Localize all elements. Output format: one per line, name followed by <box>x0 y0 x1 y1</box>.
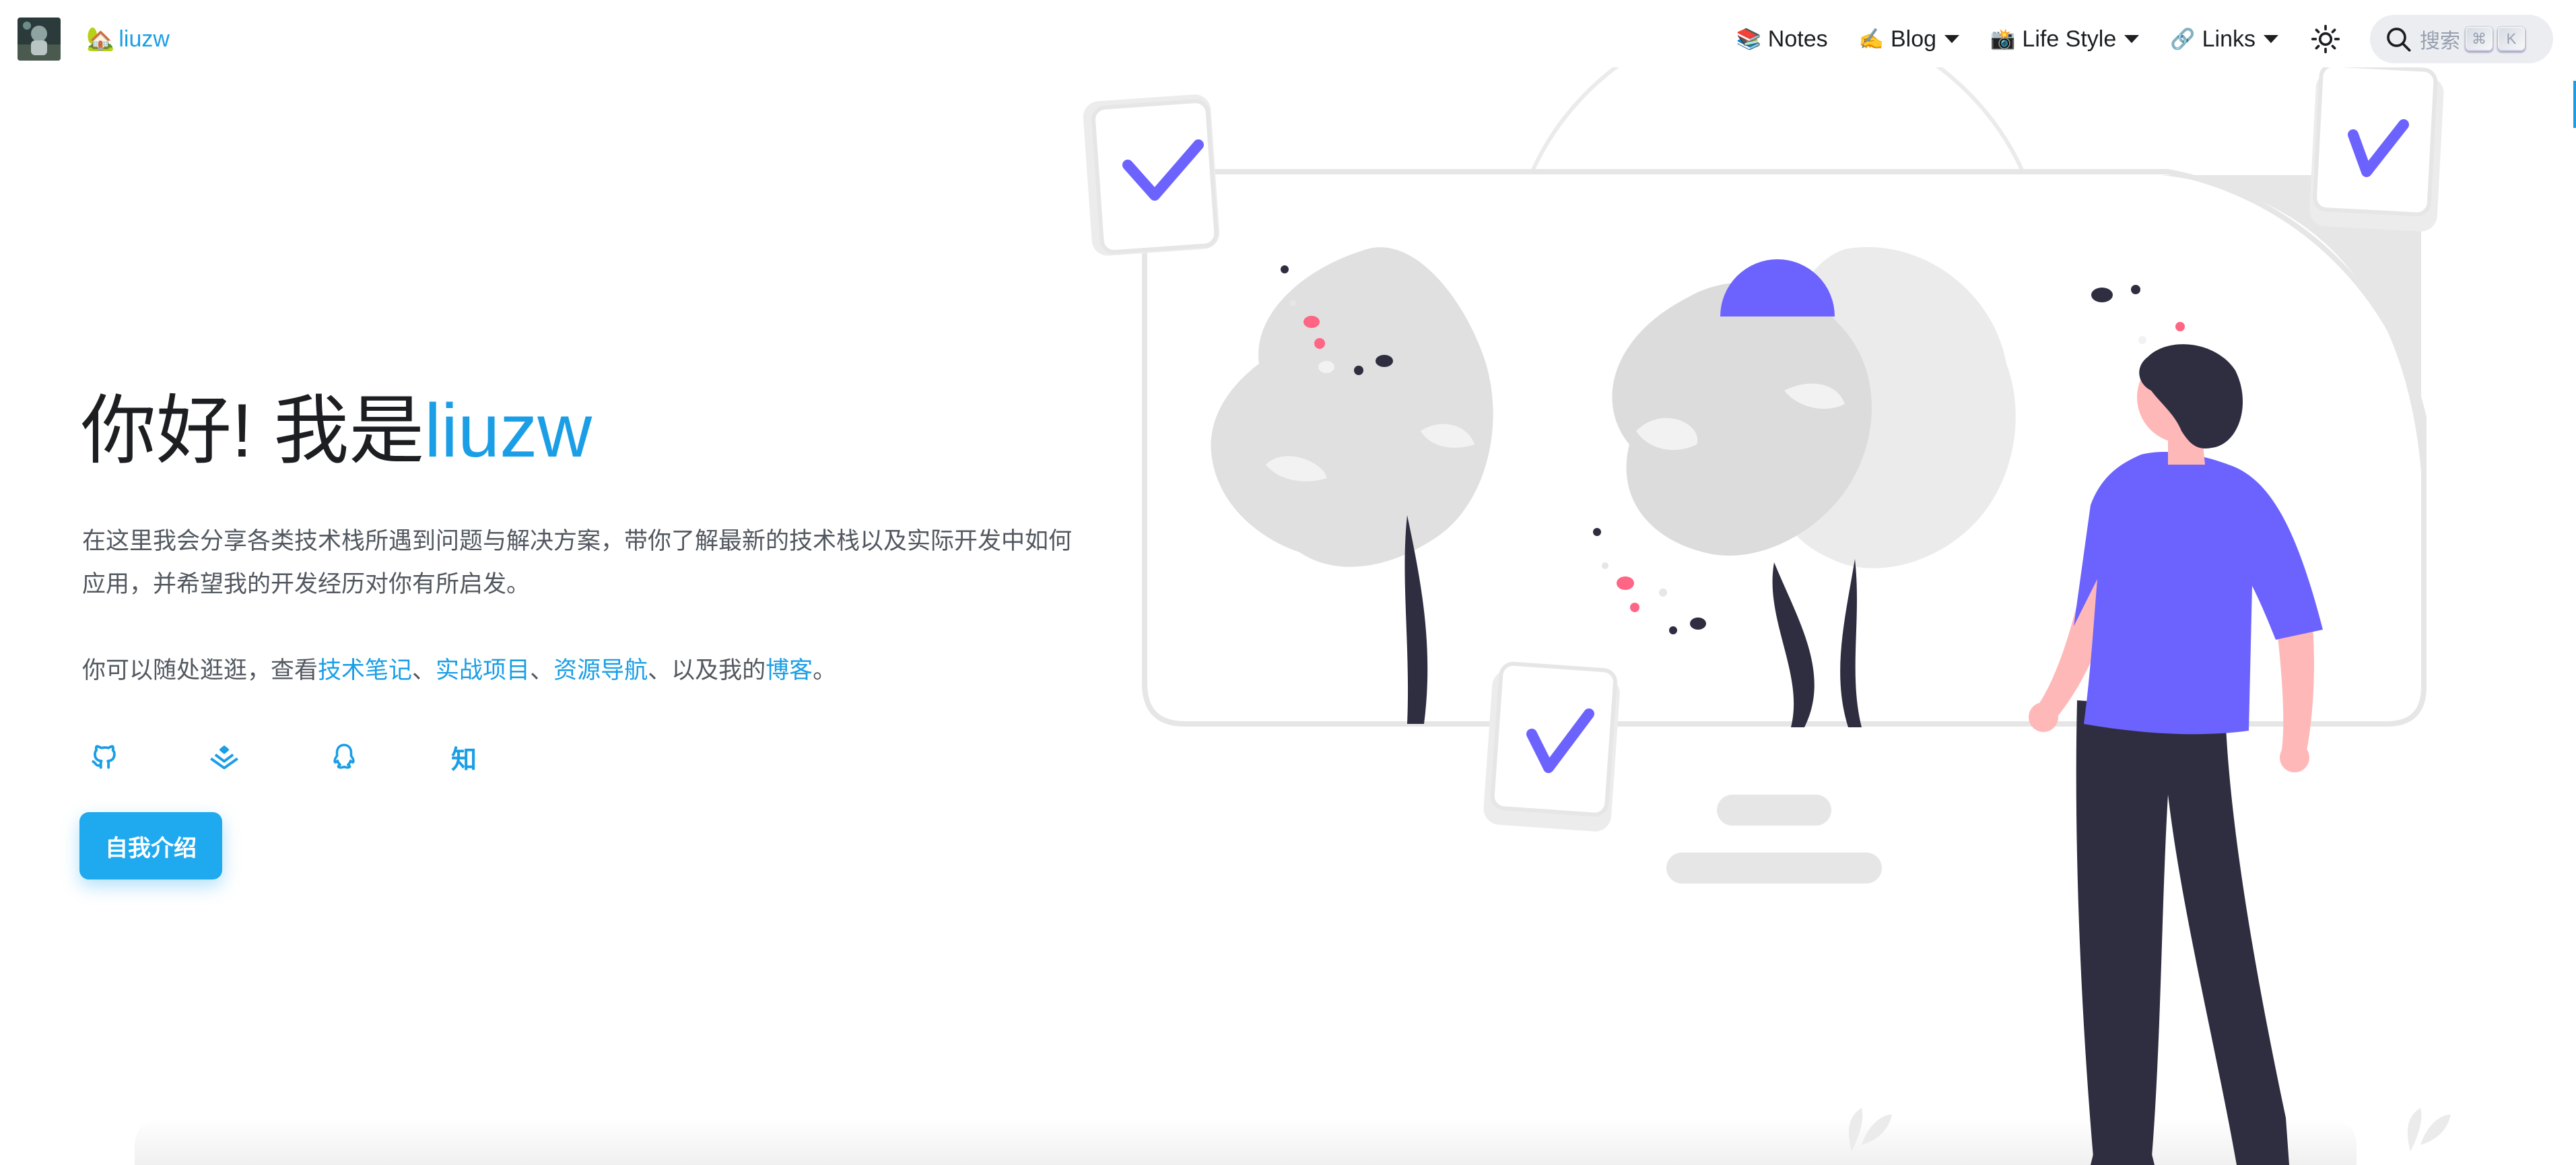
search-button[interactable]: 搜索 ⌘ K <box>2370 15 2553 63</box>
dot <box>1602 562 1608 569</box>
dot <box>1593 528 1601 536</box>
hero-explore-text: 你可以随处逛逛，查看技术笔记、实战项目、资源导航、以及我的博客。 <box>82 649 836 692</box>
link-icon: 🔗 <box>2170 28 2196 51</box>
dot <box>1318 361 1334 373</box>
explore-prefix: 你可以随处逛逛，查看 <box>82 657 318 684</box>
brand-name: liuzw <box>118 26 170 52</box>
social-links: 知 <box>86 735 566 778</box>
search-placeholder: 搜索 <box>2420 30 2460 53</box>
hero-title-prefix: 你好! 我是 <box>81 389 425 473</box>
link-resources[interactable]: 资源导航 <box>553 657 648 684</box>
chevron-down-icon <box>1944 35 1960 43</box>
monitor-base <box>1666 853 1882 884</box>
juejin-icon <box>210 745 238 770</box>
check-card-top-left <box>1083 94 1220 256</box>
chevron-down-icon <box>2124 35 2140 43</box>
monitor-neck <box>1717 795 1831 826</box>
hero-description: 在这里我会分享各类技术栈所遇到问题与解决方案，带你了解最新的技术栈以及实际开发中… <box>82 528 1073 597</box>
home-icon: 🏡 <box>86 26 115 52</box>
dot <box>2091 288 2113 302</box>
dot <box>1630 603 1639 612</box>
check-card-top-right <box>2309 67 2444 232</box>
nav-item-links[interactable]: 🔗 Links <box>2170 26 2278 53</box>
separator: 、以及我的 <box>648 657 766 684</box>
scroll-indicator <box>2573 81 2576 128</box>
dot <box>1690 618 1706 630</box>
dot <box>1659 589 1667 597</box>
plant-left <box>1848 1108 1892 1152</box>
juejin-link[interactable] <box>206 739 242 775</box>
nav-item-label: Life Style <box>2022 26 2117 52</box>
k-key: K <box>2498 27 2525 51</box>
nav-item-life-style[interactable]: 📸 Life Style <box>1990 26 2140 53</box>
plant-right <box>2407 1108 2451 1152</box>
nav-menu: 📚 Notes ✍️ Blog 📸 Life Style 🔗 Links 搜索 … <box>1705 15 2553 63</box>
dot <box>1314 338 1325 349</box>
command-key: ⌘ <box>2466 27 2493 51</box>
dot <box>1354 366 1363 375</box>
explore-suffix: 。 <box>813 657 837 684</box>
brand-link[interactable]: 🏡 liuzw <box>86 23 170 55</box>
link-projects[interactable]: 实战项目 <box>436 657 530 684</box>
dot <box>1289 300 1296 306</box>
separator: 、 <box>412 657 436 684</box>
hero-title-name: liuzw <box>424 389 592 473</box>
nav-item-label: Links <box>2202 26 2256 52</box>
theme-toggle-button[interactable] <box>2308 22 2343 57</box>
zhihu-link[interactable]: 知 <box>446 739 482 775</box>
check-card-bottom <box>1483 661 1620 832</box>
dot <box>1281 265 1289 273</box>
search-icon <box>2387 28 2411 52</box>
site-logo[interactable] <box>18 18 61 61</box>
sun-icon <box>2311 24 2340 54</box>
zhihu-icon: 知 <box>450 745 477 774</box>
hero-title: 你好! 我是liuzw <box>81 377 592 485</box>
camera-icon: 📸 <box>1990 28 2016 51</box>
dot <box>1617 576 1634 590</box>
dot <box>1303 316 1320 328</box>
dot <box>2138 336 2146 344</box>
about-me-button[interactable]: 自我介绍 <box>79 812 222 879</box>
books-icon: 📚 <box>1736 28 1761 51</box>
github-icon <box>92 745 116 769</box>
nav-item-blog[interactable]: ✍️ Blog <box>1858 26 1960 53</box>
nav-item-label: Notes <box>1767 26 1828 52</box>
dot <box>1376 355 1393 367</box>
hero-illustration <box>1083 67 2451 1165</box>
qq-icon <box>333 743 355 769</box>
dot <box>2131 285 2140 294</box>
github-link[interactable] <box>86 739 123 775</box>
qq-link[interactable] <box>326 739 362 775</box>
link-tech-notes[interactable]: 技术笔记 <box>318 657 412 684</box>
separator: 、 <box>530 657 554 684</box>
nav-item-notes[interactable]: 📚 Notes <box>1736 26 1827 53</box>
dot <box>2175 322 2185 331</box>
dot <box>1669 626 1677 634</box>
writing-hand-icon: ✍️ <box>1858 28 1884 51</box>
nav-item-label: Blog <box>1890 26 1937 52</box>
chevron-down-icon <box>2264 35 2278 43</box>
link-blog[interactable]: 博客 <box>766 657 813 684</box>
